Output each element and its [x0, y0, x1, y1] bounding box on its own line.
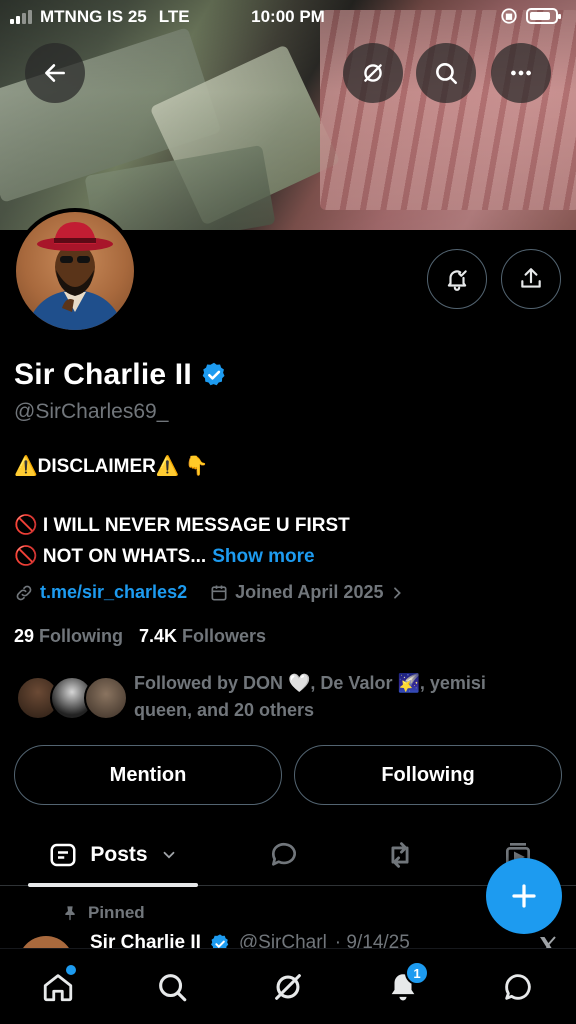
search-button[interactable]	[416, 43, 476, 103]
bottom-navigation: 1	[0, 948, 576, 1024]
message-bubble-icon	[505, 974, 531, 1000]
more-button[interactable]	[491, 43, 551, 103]
grok-icon	[275, 974, 301, 1000]
bio-line: 🚫 I WILL NEVER MESSAGE U FIRST	[14, 515, 350, 536]
profile-meta: t.me/sir_charles2 Joined April 2025	[14, 582, 405, 603]
followed-by-line: Followed by DON 🤍, De Valor 🌠, yemisi	[134, 673, 486, 693]
bell-check-icon	[447, 270, 467, 291]
profile-banner[interactable]	[0, 0, 576, 230]
pinned-indicator: Pinned	[62, 903, 145, 923]
following-stat[interactable]: 29 Following	[14, 626, 123, 647]
follow-stats: 29 Following 7.4K Followers	[14, 626, 266, 647]
pin-icon	[65, 906, 75, 921]
avatar-illustration	[26, 222, 124, 330]
nav-messages[interactable]	[498, 967, 538, 1007]
pinned-label: Pinned	[88, 903, 145, 922]
home-icon	[43, 974, 73, 1002]
nav-search[interactable]	[152, 967, 192, 1007]
profile-handle: @SirCharles69_	[14, 400, 169, 423]
followers-stat[interactable]: 7.4K Followers	[139, 626, 266, 647]
grok-icon	[364, 64, 382, 82]
chevron-right-icon[interactable]	[389, 585, 405, 601]
followed-by-text[interactable]: Followed by DON 🤍, De Valor 🌠, yemisi qu…	[134, 670, 534, 724]
status-bar: MTNNG IS 25 LTE 10:00 PM	[0, 0, 576, 34]
tab-posts[interactable]: Posts	[28, 824, 198, 887]
notifications-badge: 1	[405, 961, 429, 985]
posts-icon	[50, 843, 76, 867]
joined-date[interactable]: Joined April 2025	[235, 582, 383, 603]
share-icon	[521, 268, 541, 288]
mention-button[interactable]: Mention	[14, 745, 282, 805]
back-button[interactable]	[25, 43, 85, 103]
home-new-dot	[66, 965, 76, 975]
plus-icon	[512, 884, 536, 908]
orientation-lock-icon	[501, 8, 517, 24]
profile-name: Sir Charlie II	[14, 358, 192, 391]
profile-name-row: Sir Charlie II	[14, 358, 228, 392]
show-more-link[interactable]: Show more	[212, 546, 314, 567]
ellipsis-icon	[511, 70, 531, 76]
link-icon	[16, 585, 32, 600]
tab-posts-label: Posts	[90, 843, 148, 866]
nav-notifications[interactable]: 1	[383, 961, 429, 1007]
reply-bubble-icon	[271, 842, 296, 866]
following-button[interactable]: Following	[294, 745, 562, 805]
follower-avatar	[84, 676, 128, 720]
status-time: 10:00 PM	[251, 7, 325, 26]
followed-by-line: queen, and 20 others	[134, 700, 315, 720]
search-icon	[436, 63, 458, 85]
verified-badge-icon[interactable]	[200, 361, 228, 389]
calendar-icon	[211, 585, 227, 600]
profile-tabs: Posts	[0, 824, 576, 887]
nav-home[interactable]	[38, 965, 78, 1007]
bio-line: ⚠️DISCLAIMER⚠️ 👇	[14, 456, 209, 477]
tab-replies[interactable]	[262, 824, 306, 886]
profile-website-link[interactable]: t.me/sir_charles2	[40, 582, 187, 603]
share-button[interactable]	[501, 249, 561, 309]
bio-line: 🚫 NOT ON WHATS...	[14, 546, 207, 567]
compose-button[interactable]	[486, 858, 562, 934]
profile-avatar[interactable]	[12, 208, 138, 334]
repost-icon	[391, 842, 409, 868]
tab-reposts[interactable]	[378, 824, 422, 886]
arrow-left-icon	[45, 64, 65, 82]
banner-overlay	[0, 0, 576, 230]
search-icon	[159, 974, 187, 1002]
notifications-toggle-button[interactable]	[427, 249, 487, 309]
bio-line-truncated: 🚫 NOT ON WHATS... Show more	[14, 544, 315, 568]
chevron-down-icon	[163, 851, 174, 859]
nav-grok[interactable]	[268, 967, 308, 1007]
grok-button[interactable]	[343, 43, 403, 103]
followed-by-avatars[interactable]	[16, 676, 128, 722]
battery-icon	[526, 8, 561, 24]
